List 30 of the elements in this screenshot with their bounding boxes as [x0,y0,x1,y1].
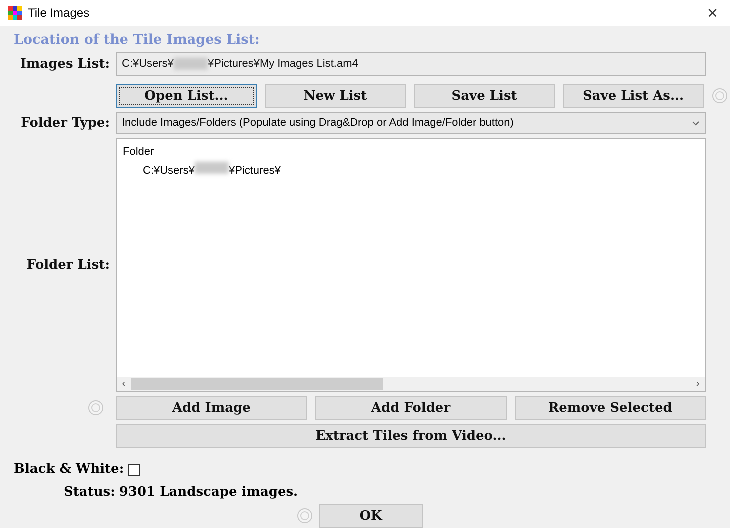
folder-tree-item[interactable]: C:¥Users¥ ¥Pictures¥ [143,160,699,179]
folder-tree-item[interactable]: Folder [123,144,699,160]
status-text: 9301 Landscape images. [119,485,298,500]
monochrome-checkbox[interactable] [128,464,140,476]
list-button[interactable]: New List [265,84,406,108]
chevron-down-icon [692,120,700,126]
horizontal-scrollbar[interactable]: ‹ › [117,377,705,391]
help-icon[interactable] [88,400,104,416]
images-list-field[interactable]: C:¥Users¥ ¥Pictures¥My Images List.am4 [116,52,706,76]
field-label: Folder Type: [20,116,110,130]
window-title: Tile Images [28,6,91,20]
field-label: Folder List: [26,258,110,272]
close-button[interactable]: × [703,2,722,24]
list-button[interactable]: Open List... [116,84,257,108]
help-icon[interactable] [297,508,313,524]
section-title: Location of the Tile Images List: [14,32,261,48]
folder-button[interactable]: Add Image [116,396,308,420]
folder-button[interactable]: Add Folder [315,396,507,420]
app-icon [8,6,22,20]
checkbox-label: Black & White: [14,462,124,477]
folder-button[interactable]: Remove Selected [514,396,706,420]
list-button[interactable]: Save List As... [563,84,704,108]
status-label: Status: [64,485,116,500]
field-label: Images List: [19,56,110,72]
help-icon[interactable] [712,88,728,104]
extract-button[interactable]: Extract Tiles from Video... [116,424,706,448]
list-button[interactable]: Save List [414,84,555,108]
folder-list[interactable]: Folder C:¥Users¥ ¥Pictures¥ ‹ › [116,138,706,392]
ok-button[interactable]: OK [319,504,423,528]
folder-type-dropdown[interactable]: Include Images/Folders (Populate using Drag&Drop or Add Image/Folder button) [116,112,706,134]
